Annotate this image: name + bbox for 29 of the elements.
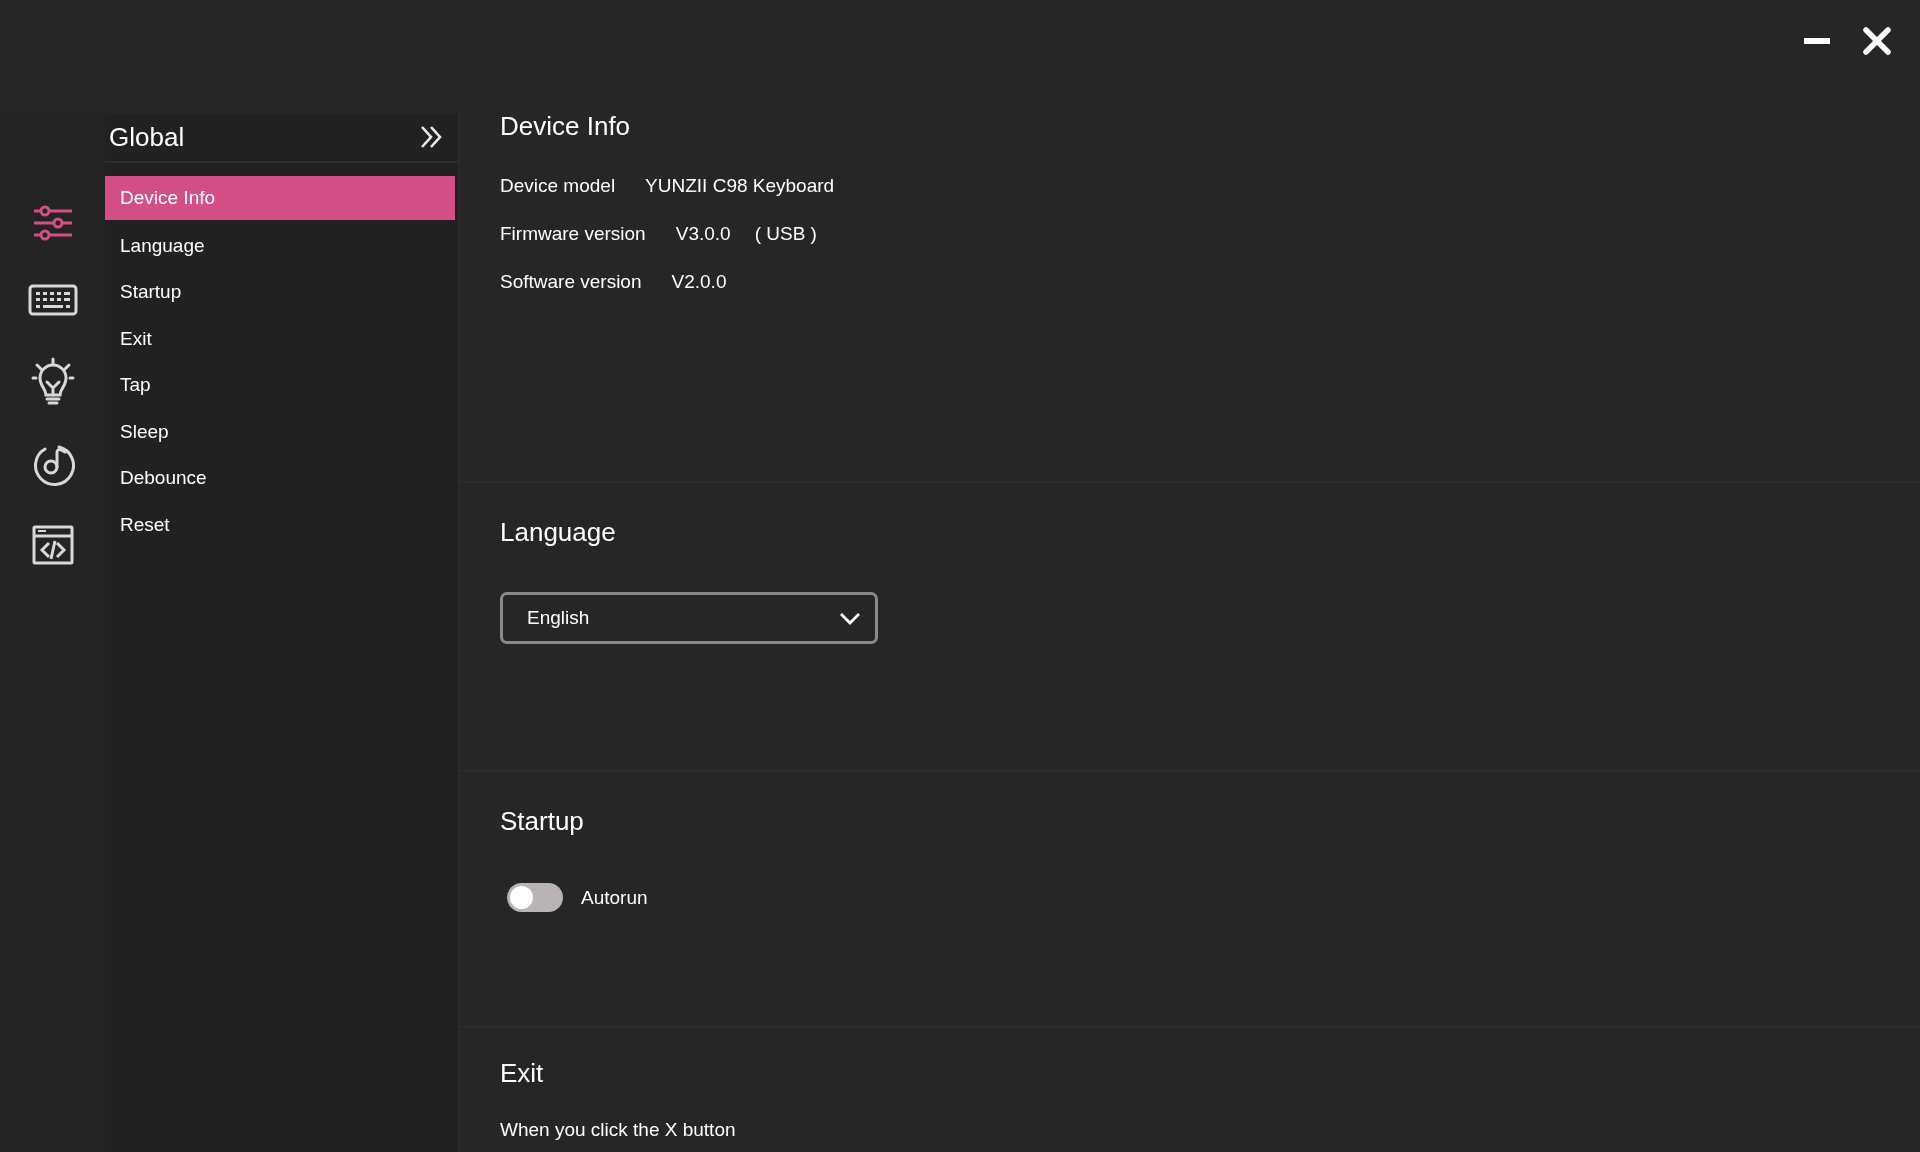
sidebar-item[interactable]: Reset bbox=[105, 501, 455, 548]
sidebar-item[interactable]: Debounce bbox=[105, 455, 455, 502]
section-title: Language bbox=[500, 517, 616, 548]
language-dropdown[interactable]: English bbox=[500, 592, 878, 644]
exit-description: When you click the X button bbox=[500, 1119, 736, 1141]
sidebar-item[interactable]: Exit bbox=[105, 315, 455, 362]
toggle-switch[interactable] bbox=[507, 883, 563, 912]
sidebar-item[interactable]: Language bbox=[105, 222, 455, 269]
info-label: Software version bbox=[500, 271, 642, 293]
sidebar-item[interactable]: Sleep bbox=[105, 408, 455, 455]
sidebar-title: Global bbox=[109, 121, 185, 153]
toggle-label: Autorun bbox=[581, 886, 648, 909]
lightbulb-icon[interactable] bbox=[30, 357, 75, 405]
info-value: V2.0.0 bbox=[671, 271, 727, 293]
double-chevron-icon[interactable] bbox=[419, 124, 444, 150]
close-icon[interactable] bbox=[1862, 26, 1892, 56]
chevron-down-icon[interactable] bbox=[839, 611, 861, 625]
section-title: Device Info bbox=[500, 111, 631, 142]
info-value: ( USB ) bbox=[754, 223, 817, 245]
sidebar-item[interactable]: Device Info bbox=[105, 176, 455, 220]
info-value: YUNZII C98 Keyboard bbox=[645, 175, 835, 197]
sidebar-item[interactable]: Tap bbox=[105, 362, 455, 409]
sidebar-item[interactable]: Startup bbox=[105, 269, 455, 316]
code-window-icon[interactable] bbox=[31, 525, 74, 565]
section-title: Startup bbox=[500, 806, 584, 837]
section-title: Exit bbox=[500, 1058, 544, 1089]
info-value: V3.0.0 bbox=[675, 223, 731, 245]
info-label: Device model bbox=[500, 175, 616, 197]
info-label: Firmware version bbox=[500, 223, 646, 245]
